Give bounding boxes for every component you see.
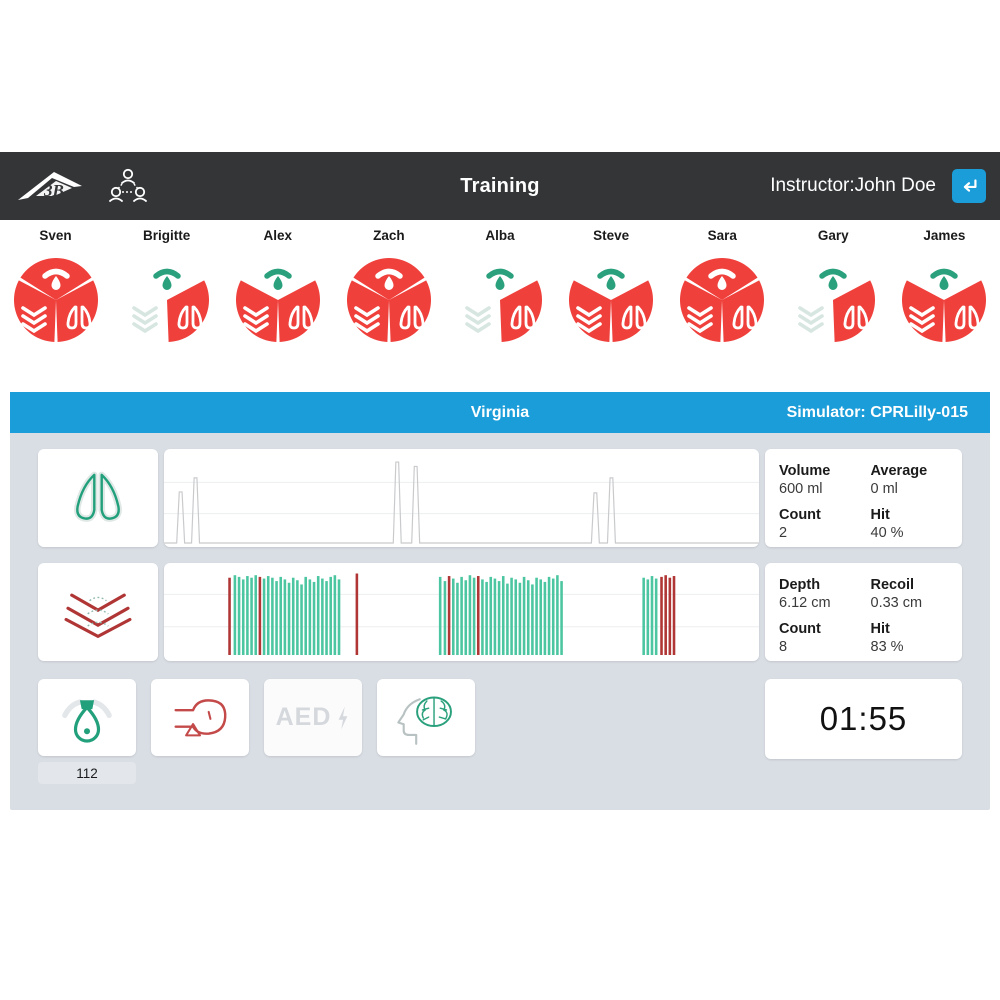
tool-brain [377, 679, 475, 784]
stat-value: 0.33 cm [870, 595, 923, 611]
student-item[interactable]: Zach [333, 228, 444, 346]
stat-value: 600 ml [779, 481, 823, 497]
stat-key: Recoil [870, 577, 915, 593]
stat-value: 6.12 cm [779, 595, 831, 611]
simulator-label: Simulator: CPRLilly-015 [786, 403, 968, 421]
session-panel: Virginia Simulator: CPRLilly-015 Volume A… [10, 392, 990, 810]
header-right-group: Instructor:John Doe [770, 169, 986, 203]
student-avatar-segments [131, 268, 209, 342]
stat-value: 8 [779, 639, 788, 655]
stat-key: Hit [870, 507, 890, 523]
lungs-icon[interactable] [38, 449, 158, 547]
stat-value: 0 ml [870, 481, 898, 497]
tool-pulse: 112 [38, 679, 136, 784]
tool-spacer [377, 762, 475, 784]
compression-chart-svg [164, 573, 759, 655]
timer-value: 01:55 [819, 700, 908, 737]
airway-head-icon[interactable] [151, 679, 249, 756]
tool-spacer [264, 762, 362, 784]
student-avatar-segments [13, 258, 98, 342]
stat-key: Count [779, 507, 821, 523]
student-item[interactable]: Alex [222, 228, 333, 346]
student-name: Sara [707, 228, 737, 243]
chevrons-icon[interactable] [38, 563, 158, 661]
student-item[interactable]: James [889, 228, 1000, 346]
ventilation-chart-svg [164, 461, 759, 544]
student-name: Steve [593, 228, 630, 243]
student-avatar-segments [680, 258, 765, 342]
instructor-label: Instructor:John Doe [770, 175, 936, 196]
student-item[interactable]: Brigitte [111, 228, 222, 346]
aed-icon[interactable]: AED [264, 679, 362, 756]
student-name: Alex [263, 228, 293, 243]
student-name: Sven [39, 228, 72, 243]
student-avatar-segments [569, 268, 654, 342]
student-avatar-segments [902, 268, 987, 342]
stat-key: Volume [779, 463, 831, 479]
stat-value: 40 % [870, 525, 904, 541]
tool-aed: AED [264, 679, 362, 784]
enter-return-icon[interactable] [952, 169, 986, 203]
student-name: Gary [817, 228, 849, 243]
student-name: Brigitte [143, 228, 191, 243]
compression-row: Depth Recoil 6.12 cm 0.33 cm Count Hit 8 83 % [38, 563, 962, 661]
brain-icon[interactable] [377, 679, 475, 756]
stat-key: Depth [779, 577, 821, 593]
compression-chart[interactable] [164, 563, 759, 661]
stat-key: Average [870, 463, 928, 479]
pulse-oximeter-icon[interactable] [38, 679, 136, 756]
ventilation-stats: Volume Average 600 ml 0 ml Count Hit 2 40 % [765, 449, 962, 547]
stat-value: 83 % [870, 639, 904, 655]
ventilation-row: Volume Average 600 ml 0 ml Count Hit 2 40 % [38, 449, 962, 547]
compression-stats: Depth Recoil 6.12 cm 0.33 cm Count Hit 8 83 % [765, 563, 962, 661]
student-item[interactable]: Sara [667, 228, 778, 346]
tool-spacer [151, 762, 249, 784]
panel-header: Virginia Simulator: CPRLilly-015 [10, 392, 990, 433]
student-avatar-segments [346, 258, 431, 342]
student-avatar-segments [235, 268, 320, 342]
tool-airway [151, 679, 249, 784]
student-item[interactable]: Steve [556, 228, 667, 346]
student-item[interactable]: Alba [444, 228, 555, 346]
stat-value: 2 [779, 525, 788, 541]
student-item[interactable]: Sven [0, 228, 111, 346]
ventilation-chart[interactable] [164, 449, 759, 547]
stat-key: Hit [870, 621, 890, 637]
student-name: Zach [373, 228, 405, 243]
student-avatar-segments [465, 268, 542, 342]
pulse-rate-badge: 112 [38, 762, 136, 784]
student-name: James [923, 228, 966, 243]
session-timer: 01:55 [765, 679, 962, 759]
student-name: Alba [485, 228, 515, 243]
student-avatar-segments [798, 268, 876, 342]
stat-key: Count [779, 621, 821, 637]
student-list: Sven Brigitte Alex Zach Alba Steve Sara Gary Jam… [0, 228, 1000, 358]
app-header: 3B Training Instructor:John Doe [0, 152, 1000, 220]
student-item[interactable]: Gary [778, 228, 889, 346]
aed-label: AED [275, 703, 332, 731]
tools-row: 112 AED 01:55 [38, 679, 962, 789]
